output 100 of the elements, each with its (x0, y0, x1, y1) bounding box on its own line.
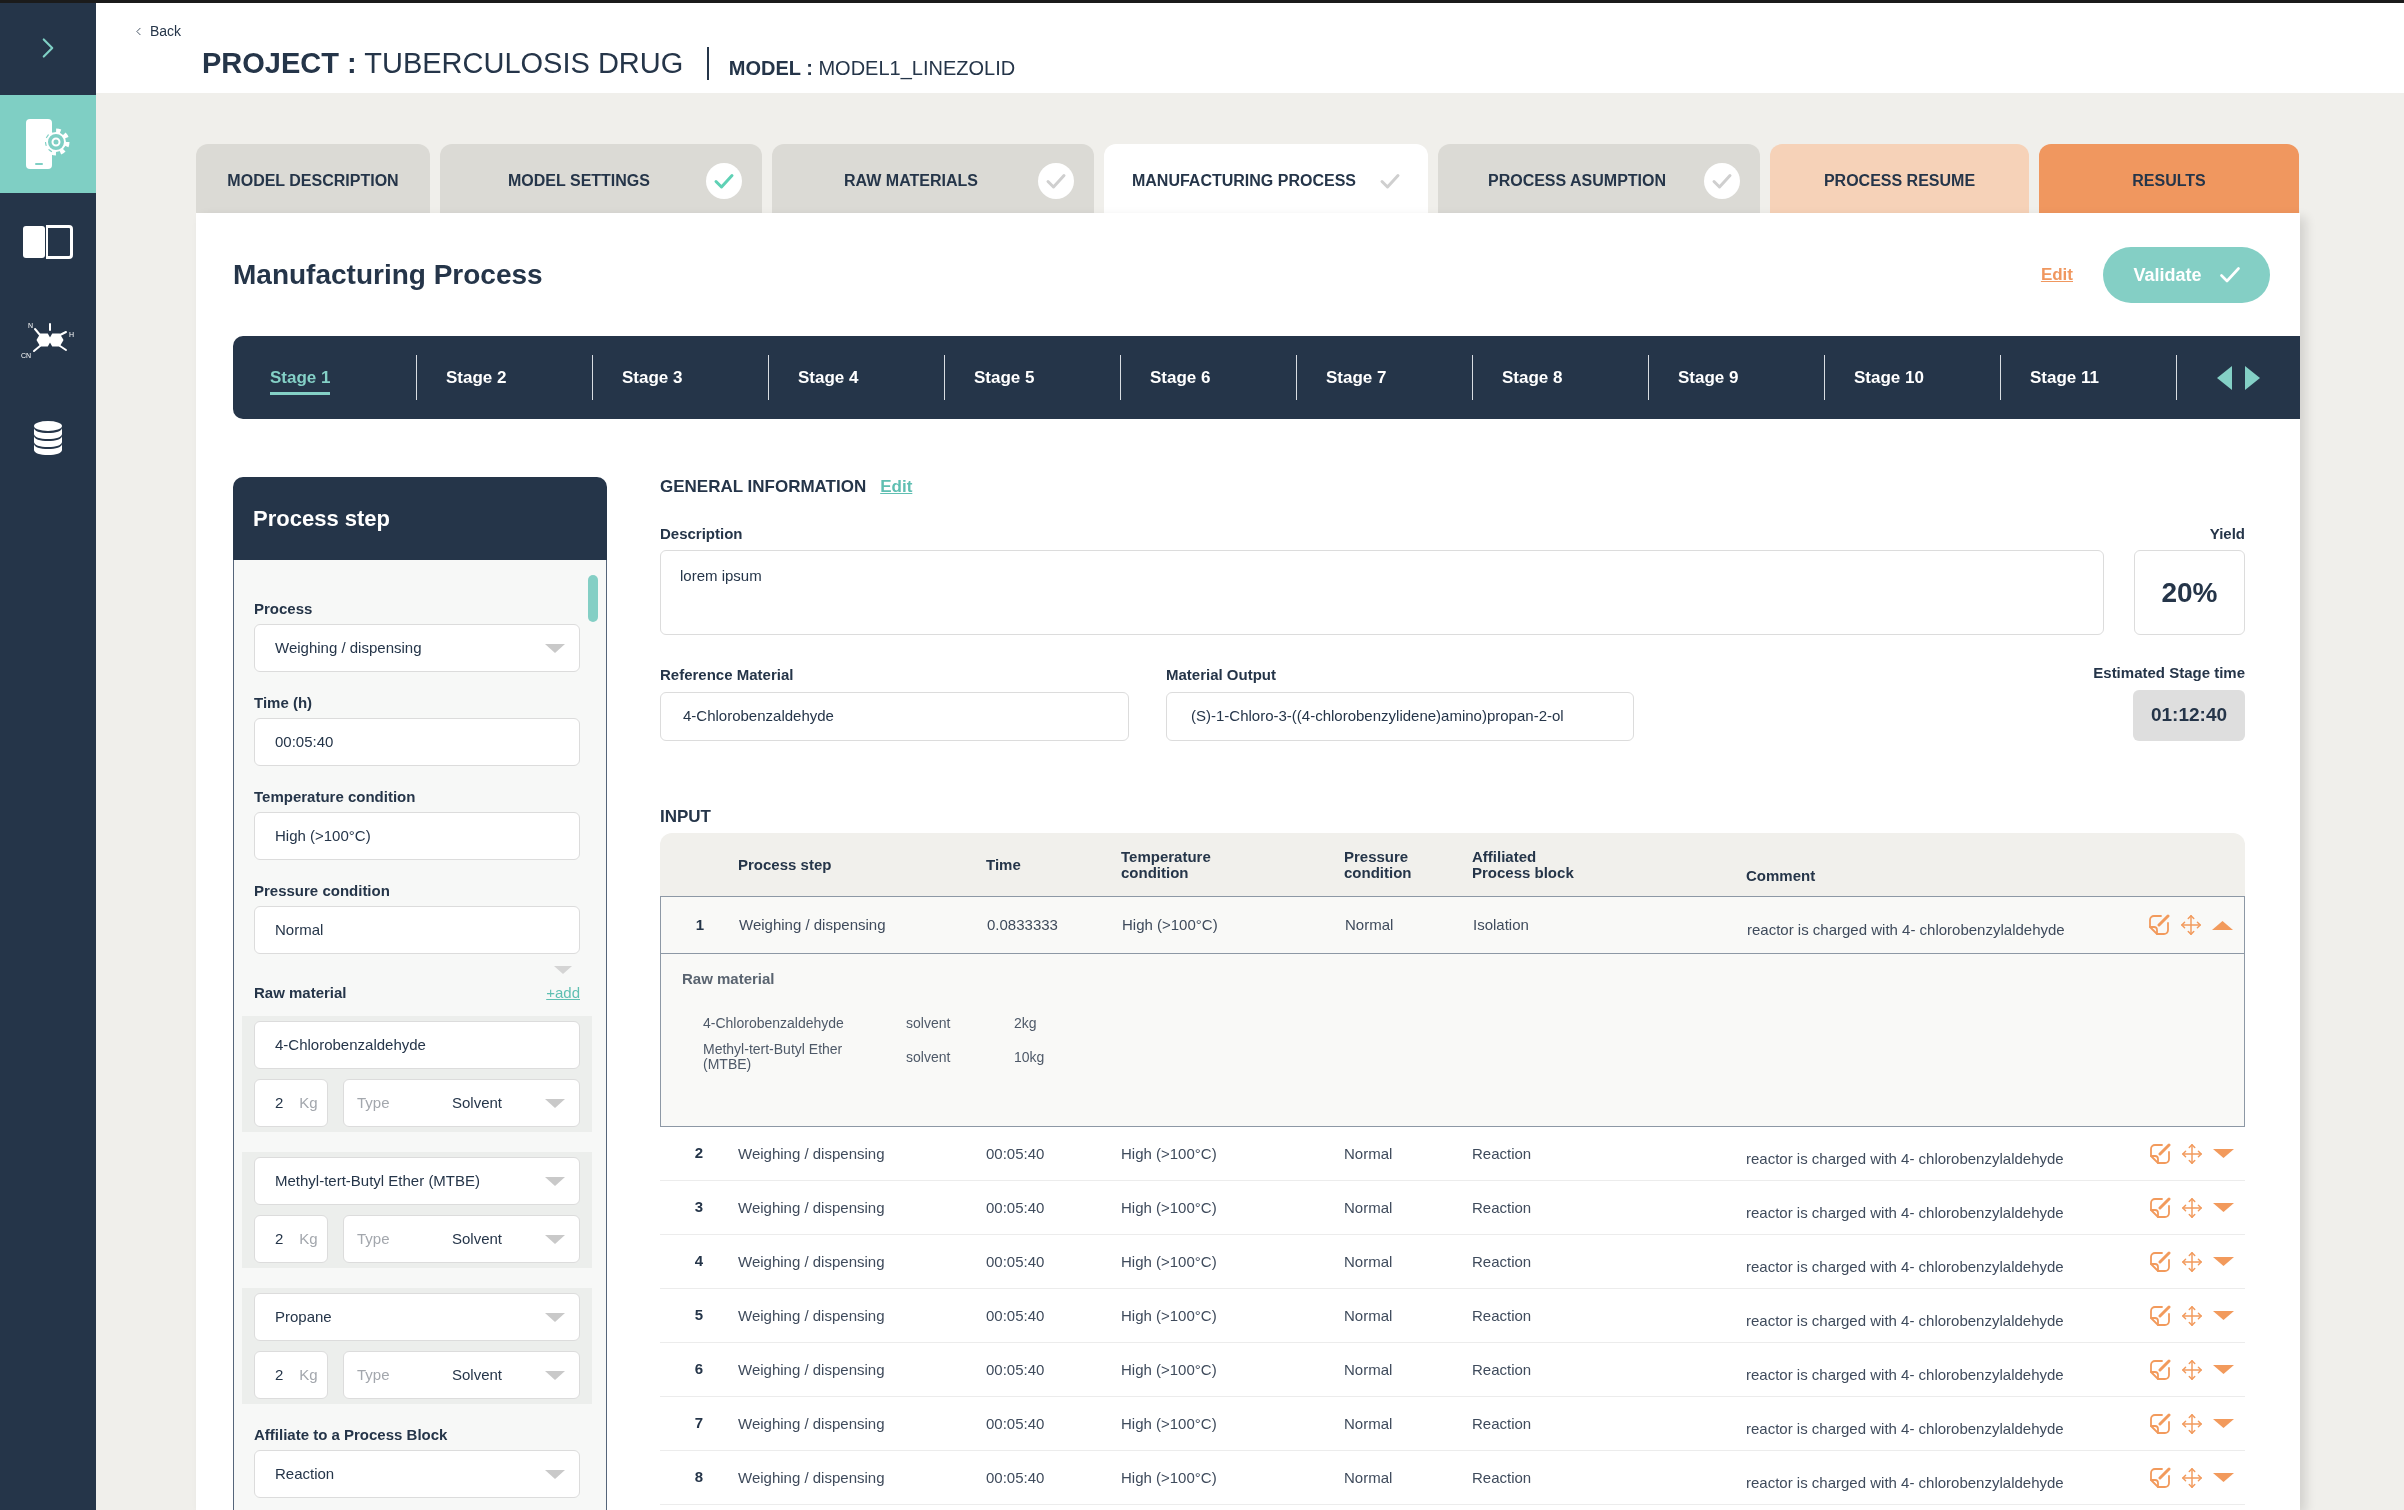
scrollbar-thumb[interactable] (588, 575, 598, 622)
quantity-field[interactable]: 2 Kg (254, 1215, 328, 1263)
table-cell: reactor is charged with 4- chlorobenzylaldehyde (1746, 1419, 2064, 1438)
split-panel-icon (23, 225, 73, 259)
table-cell: Reaction (1472, 1306, 1532, 1325)
table-cell: Normal (1344, 1414, 1393, 1433)
quantity-field[interactable]: 2 Kg (254, 1351, 328, 1399)
yield-field[interactable]: 20% (2134, 550, 2245, 635)
table-cell: High (>100°C) (1121, 1198, 1217, 1217)
table-cell: Weighing / dispensing (738, 1144, 885, 1163)
field-label: Description (660, 525, 743, 543)
type-select[interactable]: Type Solvent (343, 1079, 580, 1127)
stage-tab[interactable]: Stage 8 (1502, 360, 1563, 395)
column-header: Time (986, 856, 1021, 873)
material-name: 4-Chlorobenzaldehyde (703, 1015, 844, 1031)
move-icon[interactable] (2181, 1142, 2203, 1165)
input-field[interactable]: 4-Chlorobenzaldehyde (254, 1021, 580, 1069)
move-icon[interactable] (2180, 914, 2202, 936)
caret-icon[interactable] (2213, 1257, 2234, 1266)
tab[interactable]: PROCESS ASUMPTION (1438, 144, 1760, 213)
stage-tab[interactable]: Stage 10 (1854, 360, 1924, 395)
stage-tab[interactable]: Stage 9 (1678, 360, 1739, 395)
edit-icon[interactable] (2149, 1142, 2171, 1165)
move-icon[interactable] (2181, 1466, 2203, 1489)
stage-tab[interactable]: Stage 11 (2030, 360, 2099, 395)
tab[interactable]: PROCESS RESUME (1770, 144, 2029, 213)
column-header: Pressure condition (1344, 848, 1413, 881)
reference-material-field[interactable]: 4-Chlorobenzaldehyde (660, 692, 1129, 741)
edit-icon[interactable] (2149, 1250, 2171, 1273)
edit-icon[interactable] (2148, 914, 2170, 936)
table-cell: Reaction (1472, 1144, 1532, 1163)
caret-icon[interactable] (2212, 920, 2233, 930)
tab[interactable]: RAW MATERIALS (772, 144, 1094, 213)
table-cell: Weighing / dispensing (738, 1198, 885, 1217)
move-icon[interactable] (2181, 1250, 2203, 1273)
field-label: Pressure condition (254, 882, 390, 900)
edit-icon[interactable] (2149, 1466, 2171, 1489)
edit-icon[interactable] (2149, 1304, 2171, 1327)
stage-tab[interactable]: Stage 7 (1326, 360, 1387, 395)
type-select[interactable]: Type Solvent (343, 1351, 580, 1399)
field-label: Temperature condition (254, 788, 416, 806)
caret-icon[interactable] (554, 966, 572, 974)
move-icon[interactable] (2181, 1412, 2203, 1435)
project-title: PROJECT : TUBERCULOSIS DRUG (202, 46, 684, 81)
field-label: Affiliate to a Process Block (254, 1426, 448, 1444)
input-field[interactable]: Normal (254, 906, 580, 954)
caret-icon[interactable] (2213, 1419, 2234, 1428)
caret-icon[interactable] (2213, 1149, 2234, 1158)
edit-icon[interactable] (2149, 1358, 2171, 1381)
table-cell: Weighing / dispensing (738, 1468, 885, 1487)
column-header: Comment (1746, 867, 1816, 884)
move-icon[interactable] (2181, 1304, 2203, 1327)
table-cell: High (>100°C) (1121, 1468, 1217, 1487)
caret-icon[interactable] (2213, 1365, 2234, 1374)
stage-tab[interactable]: Stage 6 (1150, 360, 1211, 395)
table-cell: reactor is charged with 4- chlorobenzylaldehyde (1746, 1473, 2064, 1492)
table-cell: Normal (1345, 916, 1394, 934)
section-heading: INPUT (660, 807, 711, 827)
tab[interactable]: MODEL SETTINGS (440, 144, 762, 213)
select-field[interactable]: Propane (254, 1293, 580, 1341)
caret-icon[interactable] (2213, 1311, 2234, 1320)
caret-icon (545, 1098, 565, 1108)
table-cell: Weighing / dispensing (738, 1414, 885, 1433)
back-link[interactable]: Back (132, 23, 182, 39)
table-cell: Weighing / dispensing (739, 916, 886, 934)
caret-icon[interactable] (2213, 1203, 2234, 1212)
left-arrow-icon[interactable] (2217, 365, 2232, 390)
tab[interactable]: RESULTS (2039, 144, 2299, 213)
field-label: Reference Material (660, 666, 794, 684)
caret-icon[interactable] (2213, 1473, 2234, 1482)
select-field[interactable]: Methyl-tert-Butyl Ether (MTBE) (254, 1157, 580, 1205)
table-cell: Weighing / dispensing (738, 1306, 885, 1325)
material-output-field[interactable]: (S)-1-Chloro-3-((4-chlorobenzylidene)amino)propan-2-ol (1166, 692, 1634, 741)
table-cell: Weighing / dispensing (738, 1360, 885, 1379)
section-title: Manufacturing Process (233, 258, 543, 292)
move-icon[interactable] (2181, 1196, 2203, 1219)
select-field[interactable]: Reaction (254, 1450, 580, 1498)
table-cell: Reaction (1472, 1360, 1532, 1379)
caret-icon (545, 1312, 565, 1322)
table-cell: Weighing / dispensing (738, 1252, 885, 1271)
stage-tab[interactable]: Stage 4 (798, 360, 859, 395)
stage-tab[interactable]: Stage 1 (270, 360, 331, 395)
stage-tab[interactable]: Stage 5 (974, 360, 1035, 395)
right-arrow-icon[interactable] (2245, 365, 2260, 390)
edit-icon[interactable] (2149, 1196, 2171, 1219)
stage-tab[interactable]: Stage 2 (446, 360, 507, 395)
caret-icon (545, 643, 565, 653)
edit-icon[interactable] (2149, 1412, 2171, 1435)
move-icon[interactable] (2181, 1358, 2203, 1381)
tab[interactable]: MODEL DESCRIPTION (196, 144, 430, 213)
type-select[interactable]: Type Solvent (343, 1215, 580, 1263)
quantity-field[interactable]: 2 Kg (254, 1079, 328, 1127)
stage-tab[interactable]: Stage 3 (622, 360, 683, 395)
table-cell: 00:05:40 (986, 1468, 1045, 1487)
input-field[interactable]: High (>100°C) (254, 812, 580, 860)
description-field[interactable]: lorem ipsum (660, 550, 2104, 635)
table-cell: High (>100°C) (1121, 1306, 1217, 1325)
model-title: MODEL : MODEL1_LINEZOLID (728, 55, 1016, 80)
select-field[interactable]: Weighing / dispensing (254, 624, 580, 672)
input-field[interactable]: 00:05:40 (254, 718, 580, 766)
